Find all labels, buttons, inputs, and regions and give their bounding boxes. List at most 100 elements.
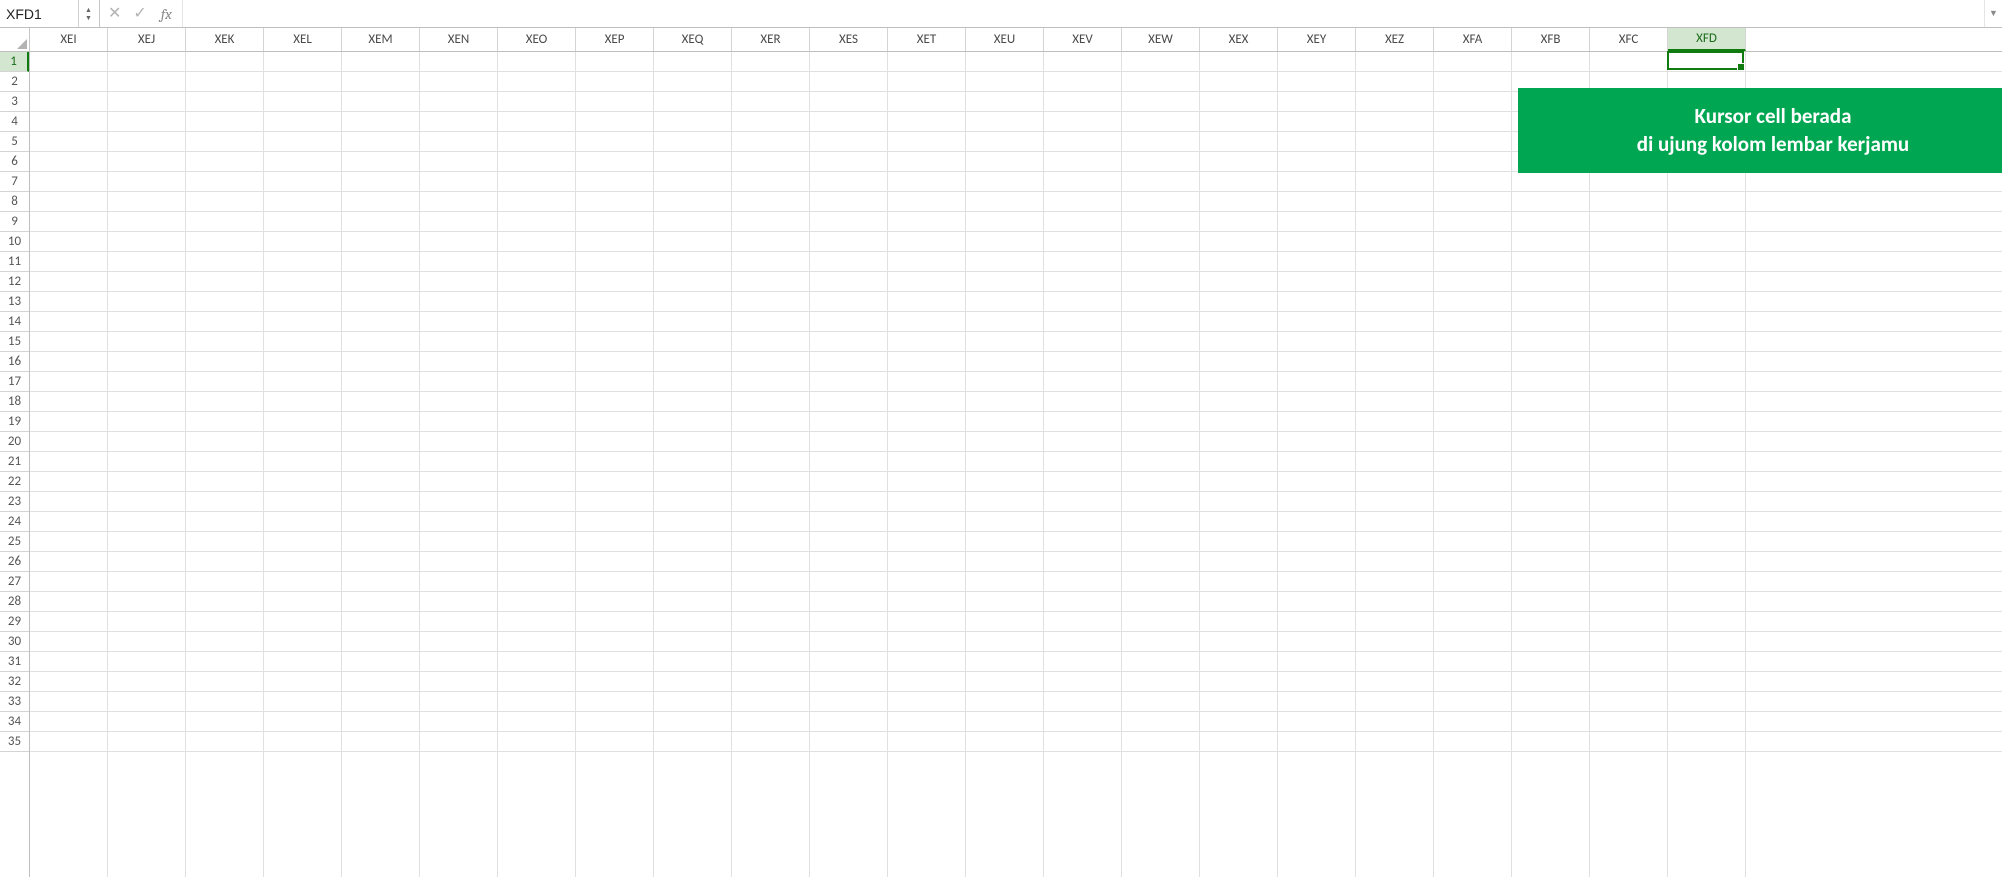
- gridline-vertical: [965, 52, 966, 877]
- column-header-XEK[interactable]: XEK: [186, 28, 264, 51]
- cancel-formula-button[interactable]: ✕: [106, 6, 123, 22]
- row-header-5[interactable]: 5: [0, 132, 29, 152]
- gridline-horizontal: [30, 611, 2002, 612]
- row-header-1[interactable]: 1: [0, 52, 29, 72]
- row-header-7[interactable]: 7: [0, 172, 29, 192]
- column-header-XFB[interactable]: XFB: [1512, 28, 1590, 51]
- column-header-XEM[interactable]: XEM: [342, 28, 420, 51]
- row-header-31[interactable]: 31: [0, 652, 29, 672]
- grid-body: 1234567891011121314151617181920212223242…: [0, 52, 2002, 877]
- gridline-vertical: [263, 52, 264, 877]
- row-header-20[interactable]: 20: [0, 432, 29, 452]
- row-header-26[interactable]: 26: [0, 552, 29, 572]
- active-cell[interactable]: [1667, 51, 1744, 70]
- gridline-vertical: [1043, 52, 1044, 877]
- formula-bar: ▲ ▼ ✕ ✓ fx ▼: [0, 0, 2002, 28]
- column-header-XFA[interactable]: XFA: [1434, 28, 1512, 51]
- column-header-XEQ[interactable]: XEQ: [654, 28, 732, 51]
- column-header-XEZ[interactable]: XEZ: [1356, 28, 1434, 51]
- select-all-button[interactable]: [0, 28, 30, 51]
- gridline-horizontal: [30, 731, 2002, 732]
- formula-bar-expand-icon[interactable]: ▼: [1984, 0, 2002, 27]
- gridline-horizontal: [30, 251, 2002, 252]
- gridline-horizontal: [30, 291, 2002, 292]
- column-header-XEU[interactable]: XEU: [966, 28, 1044, 51]
- row-header-29[interactable]: 29: [0, 612, 29, 632]
- row-header-22[interactable]: 22: [0, 472, 29, 492]
- gridline-horizontal: [30, 411, 2002, 412]
- formula-input[interactable]: [183, 0, 1984, 27]
- row-header-4[interactable]: 4: [0, 112, 29, 132]
- column-header-XEO[interactable]: XEO: [498, 28, 576, 51]
- row-header-16[interactable]: 16: [0, 352, 29, 372]
- gridline-vertical: [185, 52, 186, 877]
- stepper-up-icon[interactable]: ▲: [85, 6, 92, 13]
- gridline-horizontal: [30, 431, 2002, 432]
- row-header-column: 1234567891011121314151617181920212223242…: [0, 52, 30, 877]
- gridline-vertical: [1199, 52, 1200, 877]
- column-header-XEX[interactable]: XEX: [1200, 28, 1278, 51]
- gridline-horizontal: [30, 491, 2002, 492]
- column-header-XEN[interactable]: XEN: [420, 28, 498, 51]
- row-header-8[interactable]: 8: [0, 192, 29, 212]
- row-header-34[interactable]: 34: [0, 712, 29, 732]
- gridline-vertical: [107, 52, 108, 877]
- gridline-horizontal: [30, 571, 2002, 572]
- row-header-18[interactable]: 18: [0, 392, 29, 412]
- row-header-17[interactable]: 17: [0, 372, 29, 392]
- formula-controls: ✕ ✓ fx: [100, 0, 183, 27]
- stepper-down-icon[interactable]: ▼: [85, 14, 92, 21]
- column-header-XFD[interactable]: XFD: [1668, 28, 1746, 51]
- column-header-XET[interactable]: XET: [888, 28, 966, 51]
- row-header-9[interactable]: 9: [0, 212, 29, 232]
- row-header-13[interactable]: 13: [0, 292, 29, 312]
- row-header-10[interactable]: 10: [0, 232, 29, 252]
- column-header-XFC[interactable]: XFC: [1590, 28, 1668, 51]
- enter-formula-button[interactable]: ✓: [131, 6, 148, 22]
- row-header-21[interactable]: 21: [0, 452, 29, 472]
- gridline-horizontal: [30, 71, 2002, 72]
- column-header-XEJ[interactable]: XEJ: [108, 28, 186, 51]
- row-header-19[interactable]: 19: [0, 412, 29, 432]
- column-header-XEP[interactable]: XEP: [576, 28, 654, 51]
- gridline-horizontal: [30, 471, 2002, 472]
- gridline-vertical: [341, 52, 342, 877]
- gridline-vertical: [1667, 52, 1668, 877]
- gridline-vertical: [1589, 52, 1590, 877]
- gridline-vertical: [1277, 52, 1278, 877]
- row-header-6[interactable]: 6: [0, 152, 29, 172]
- column-header-XEV[interactable]: XEV: [1044, 28, 1122, 51]
- gridline-vertical: [809, 52, 810, 877]
- column-header-XES[interactable]: XES: [810, 28, 888, 51]
- annotation-callout: Kursor cell beradadi ujung kolom lembar …: [1518, 88, 2002, 173]
- gridline-horizontal: [30, 671, 2002, 672]
- gridline-horizontal: [30, 451, 2002, 452]
- column-header-XEI[interactable]: XEI: [30, 28, 108, 51]
- row-header-23[interactable]: 23: [0, 492, 29, 512]
- row-header-35[interactable]: 35: [0, 732, 29, 752]
- row-header-14[interactable]: 14: [0, 312, 29, 332]
- insert-function-button[interactable]: fx: [157, 5, 176, 23]
- row-header-3[interactable]: 3: [0, 92, 29, 112]
- row-header-12[interactable]: 12: [0, 272, 29, 292]
- row-header-25[interactable]: 25: [0, 532, 29, 552]
- gridline-horizontal: [30, 631, 2002, 632]
- gridline-horizontal: [30, 711, 2002, 712]
- name-box-stepper: ▲ ▼: [78, 0, 98, 27]
- annotation-line-1: Kursor cell berada: [1546, 102, 2000, 130]
- column-header-XEL[interactable]: XEL: [264, 28, 342, 51]
- name-box-input[interactable]: [0, 0, 78, 27]
- row-header-33[interactable]: 33: [0, 692, 29, 712]
- row-header-11[interactable]: 11: [0, 252, 29, 272]
- row-header-24[interactable]: 24: [0, 512, 29, 532]
- row-header-30[interactable]: 30: [0, 632, 29, 652]
- row-header-27[interactable]: 27: [0, 572, 29, 592]
- column-header-XEW[interactable]: XEW: [1122, 28, 1200, 51]
- row-header-28[interactable]: 28: [0, 592, 29, 612]
- column-header-XER[interactable]: XER: [732, 28, 810, 51]
- cells-area[interactable]: Kursor cell beradadi ujung kolom lembar …: [30, 52, 2002, 877]
- row-header-32[interactable]: 32: [0, 672, 29, 692]
- column-header-XEY[interactable]: XEY: [1278, 28, 1356, 51]
- row-header-15[interactable]: 15: [0, 332, 29, 352]
- row-header-2[interactable]: 2: [0, 72, 29, 92]
